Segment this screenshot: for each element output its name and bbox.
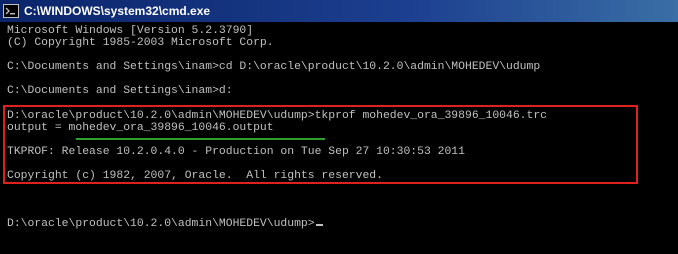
cmd-window: C:\WINDOWS\system32\cmd.exe Microsoft Wi…	[0, 0, 678, 254]
cmd-icon	[3, 4, 19, 18]
console-line: Microsoft Windows [Version 5.2.3790]	[7, 25, 254, 37]
prompt-text: D:\oracle\product\10.2.0\admin\MOHEDEV\u…	[7, 218, 315, 230]
console-line: (C) Copyright 1985-2003 Microsoft Corp.	[7, 37, 274, 49]
title-bar[interactable]: C:\WINDOWS\system32\cmd.exe	[0, 0, 678, 23]
console-line: C:\Documents and Settings\inam>d:	[7, 85, 233, 97]
output-underline	[76, 138, 325, 140]
console-line: C:\Documents and Settings\inam>cd D:\ora…	[7, 61, 541, 73]
window-title: C:\WINDOWS\system32\cmd.exe	[24, 4, 211, 18]
prompt-line: D:\oracle\product\10.2.0\admin\MOHEDEV\u…	[7, 218, 323, 230]
highlight-box	[3, 105, 638, 184]
text-cursor	[315, 224, 323, 226]
